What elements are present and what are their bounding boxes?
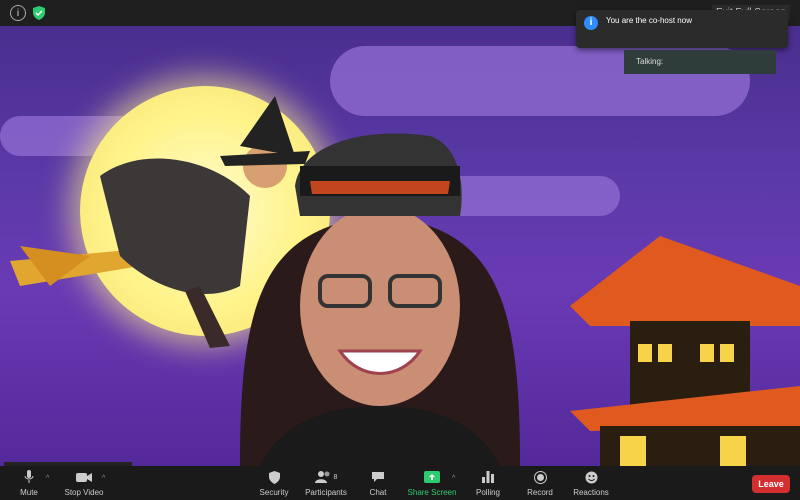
- shield-icon: [268, 469, 280, 485]
- stop-video-label: Stop Video: [64, 488, 104, 497]
- record-button[interactable]: Record: [526, 469, 554, 499]
- participants-button[interactable]: 8 Participants: [303, 469, 349, 499]
- polling-icon: [482, 469, 494, 485]
- stop-video-button[interactable]: Stop Video: [62, 469, 106, 499]
- reactions-label: Reactions: [573, 488, 609, 497]
- mute-label: Mute: [20, 488, 38, 497]
- polling-button[interactable]: Polling: [474, 469, 502, 499]
- participants-icon: 8: [314, 469, 338, 485]
- security-label: Security: [259, 488, 289, 497]
- share-options-caret[interactable]: ^: [452, 475, 455, 482]
- video-feed: [0, 26, 800, 466]
- record-icon: [533, 469, 547, 485]
- participants-count: 8: [333, 473, 338, 481]
- encryption-shield-icon[interactable]: [31, 5, 47, 21]
- participants-label: Participants: [305, 488, 347, 497]
- notification-text: You are the co-host now: [606, 16, 692, 25]
- microphone-icon: [24, 469, 34, 485]
- mute-options-caret[interactable]: ^: [46, 475, 49, 482]
- chat-icon: [371, 469, 385, 485]
- reactions-button[interactable]: Reactions: [572, 469, 610, 499]
- record-label: Record: [527, 488, 553, 497]
- share-screen-icon: [424, 469, 440, 485]
- polling-label: Polling: [475, 488, 500, 497]
- meeting-toolbar: Mute ^ Stop Video ^ Security 8 Participa…: [0, 466, 800, 500]
- meeting-info-icon[interactable]: i: [10, 5, 26, 21]
- share-screen-label: Share Screen: [407, 488, 457, 497]
- smiley-icon: [585, 469, 598, 485]
- talking-indicator: Talking:: [624, 50, 776, 74]
- leave-button[interactable]: Leave: [752, 475, 790, 493]
- cohost-notification: i You are the co-host now: [576, 10, 788, 48]
- video-options-caret[interactable]: ^: [102, 475, 105, 482]
- chat-label: Chat: [369, 488, 387, 497]
- mute-button[interactable]: Mute: [14, 469, 44, 499]
- security-button[interactable]: Security: [257, 469, 291, 499]
- participant-video: [240, 133, 520, 466]
- chat-button[interactable]: Chat: [366, 469, 390, 499]
- info-icon: i: [584, 16, 598, 30]
- camera-icon: [76, 469, 92, 485]
- haunted-house-image: [570, 236, 800, 466]
- share-screen-button[interactable]: Share Screen: [406, 469, 458, 499]
